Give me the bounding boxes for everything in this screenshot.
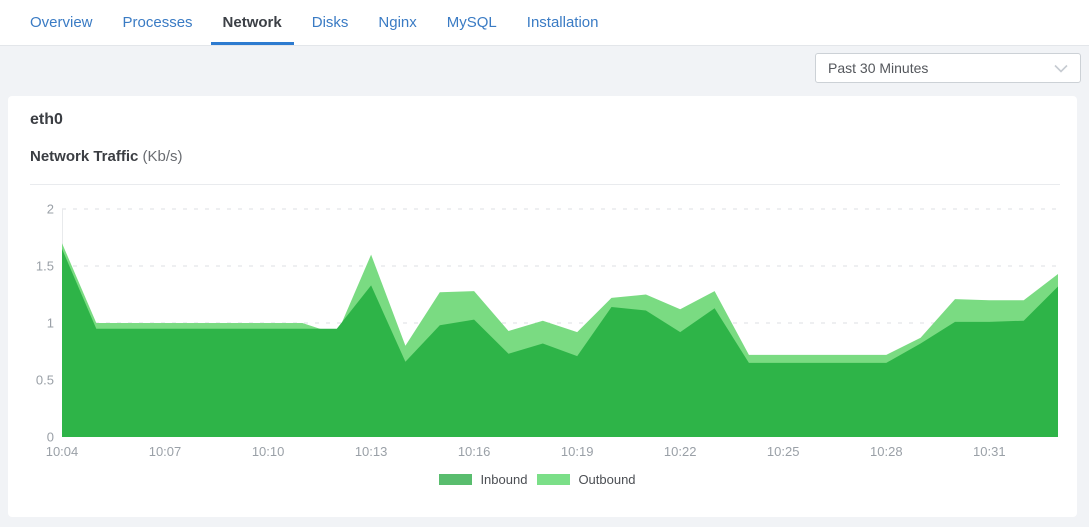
chevron-down-icon [1054, 64, 1068, 73]
network-panel: eth0 Network Traffic (Kb/s) 0 0.5 1 1.5 2 10:… [8, 96, 1077, 517]
svg-text:1: 1 [47, 316, 54, 331]
tab-nginx[interactable]: Nginx [366, 0, 428, 45]
time-range-value: Past 30 Minutes [828, 60, 1054, 76]
tab-disks[interactable]: Disks [300, 0, 361, 45]
tab-overview[interactable]: Overview [18, 0, 105, 45]
svg-text:0.5: 0.5 [36, 373, 54, 388]
svg-text:10:19: 10:19 [561, 444, 594, 459]
svg-text:10:04: 10:04 [46, 444, 79, 459]
chart-title-text: Network Traffic [30, 148, 138, 165]
legend-swatch-inbound-icon [439, 474, 472, 485]
legend-label-outbound: Outbound [578, 472, 635, 487]
svg-text:10:16: 10:16 [458, 444, 491, 459]
time-range-select[interactable]: Past 30 Minutes [815, 53, 1081, 83]
network-traffic-chart: 0 0.5 1 1.5 2 10:04 10:07 10:10 10:13 10:16 10:19 1… [8, 195, 1077, 465]
svg-text:10:28: 10:28 [870, 444, 903, 459]
legend-label-inbound: Inbound [480, 472, 527, 487]
svg-text:2: 2 [47, 202, 54, 217]
toolbar: Past 30 Minutes [0, 46, 1089, 96]
chart-legend: Inbound Outbound [8, 472, 1077, 487]
chart-title: Network Traffic (Kb/s) [30, 148, 183, 165]
divider [30, 184, 1060, 185]
svg-text:10:10: 10:10 [252, 444, 285, 459]
svg-text:0: 0 [47, 430, 54, 445]
chart-title-unit: (Kb/s) [143, 148, 183, 165]
svg-text:10:25: 10:25 [767, 444, 800, 459]
interface-title: eth0 [30, 111, 63, 129]
tab-processes[interactable]: Processes [111, 0, 205, 45]
svg-text:10:13: 10:13 [355, 444, 388, 459]
svg-text:1.5: 1.5 [36, 259, 54, 274]
legend-swatch-outbound-icon [537, 474, 570, 485]
svg-text:10:22: 10:22 [664, 444, 697, 459]
svg-text:10:31: 10:31 [973, 444, 1006, 459]
tab-installation[interactable]: Installation [515, 0, 611, 45]
tab-bar: Overview Processes Network Disks Nginx M… [0, 0, 1089, 46]
svg-text:10:07: 10:07 [149, 444, 182, 459]
tab-network[interactable]: Network [211, 0, 294, 45]
tab-mysql[interactable]: MySQL [435, 0, 509, 45]
